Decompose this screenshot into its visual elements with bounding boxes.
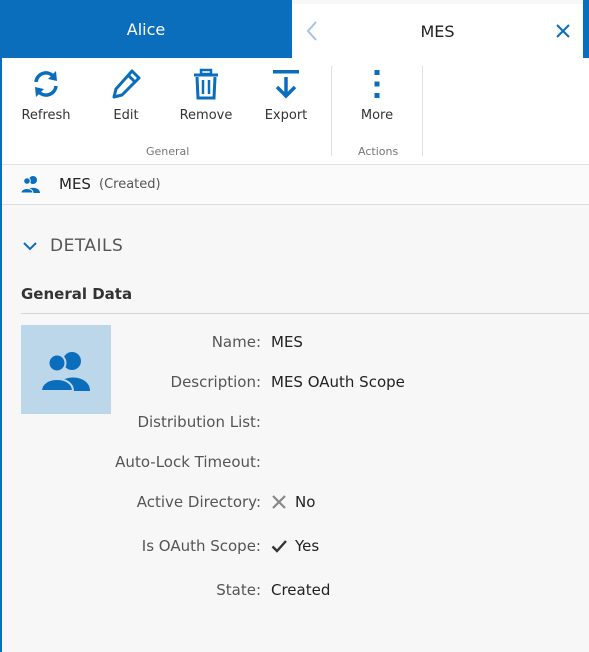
refresh-label: Refresh (21, 108, 71, 123)
breadcrumb: MES (Created) (2, 165, 589, 205)
field-value-active-directory: No (271, 493, 315, 511)
breadcrumb-name: MES (59, 175, 91, 193)
remove-label: Remove (179, 108, 233, 123)
field-label-active-directory: Active Directory: (136, 493, 261, 511)
tab-mes[interactable]: MES (292, 4, 583, 58)
tab-alice-label: Alice (126, 19, 166, 39)
edit-label: Edit (113, 108, 139, 123)
users-icon (40, 352, 90, 391)
field-value-description: MES OAuth Scope (271, 373, 405, 391)
field-value-text: Yes (295, 537, 320, 555)
details-toggle[interactable]: DETAILS (22, 234, 123, 258)
chevron-down-icon (23, 242, 37, 251)
toolbar-separator (331, 66, 332, 156)
field-label-name: Name: (211, 333, 261, 351)
more-button[interactable]: More (342, 58, 412, 138)
more-vertical-icon (374, 70, 380, 98)
field-value-name: MES (271, 333, 303, 351)
tab-header: Alice MES (0, 0, 589, 58)
section-divider (21, 313, 589, 314)
export-label: Export (264, 108, 308, 123)
remove-button[interactable]: Remove (171, 58, 241, 138)
field-value-text: No (295, 493, 316, 511)
refresh-icon (34, 71, 58, 97)
toolbar-separator (422, 66, 423, 156)
field-label-is-oauth-scope: Is OAuth Scope: (141, 537, 261, 555)
field-label-distribution-list: Distribution List: (137, 413, 261, 431)
trash-icon (194, 68, 218, 100)
field-label-description: Description: (170, 373, 261, 391)
breadcrumb-state: (Created) (99, 177, 161, 192)
field-value-text: Created (271, 581, 331, 599)
check-icon (271, 540, 287, 553)
group-actions-label: Actions (358, 145, 399, 158)
toolbar: Refresh Edit Remove Export General More … (2, 58, 589, 165)
chevron-left-icon[interactable] (305, 20, 319, 42)
details-title: DETAILS (50, 236, 124, 256)
pencil-icon (112, 69, 141, 99)
header-edge (583, 0, 589, 58)
tab-alice[interactable]: Alice (0, 0, 292, 58)
field-label-auto-lock-timeout: Auto-Lock Timeout: (115, 453, 261, 471)
section-title: General Data (21, 285, 133, 303)
export-icon (273, 70, 299, 99)
field-value-state: Created (271, 581, 330, 599)
export-button[interactable]: Export (251, 58, 321, 138)
tab-mes-label: MES (420, 21, 455, 41)
close-icon[interactable] (555, 23, 571, 39)
group-general-label: General (146, 145, 190, 158)
avatar (21, 325, 111, 414)
users-icon (20, 176, 40, 193)
field-value-text: MES OAuth Scope (271, 373, 405, 391)
x-icon (272, 495, 286, 509)
field-label-state: State: (216, 581, 261, 599)
field-value-is-oauth-scope: Yes (271, 537, 319, 555)
field-value-text: MES (271, 333, 303, 351)
edit-button[interactable]: Edit (91, 58, 161, 138)
refresh-button[interactable]: Refresh (11, 58, 81, 138)
more-label: More (360, 108, 394, 123)
